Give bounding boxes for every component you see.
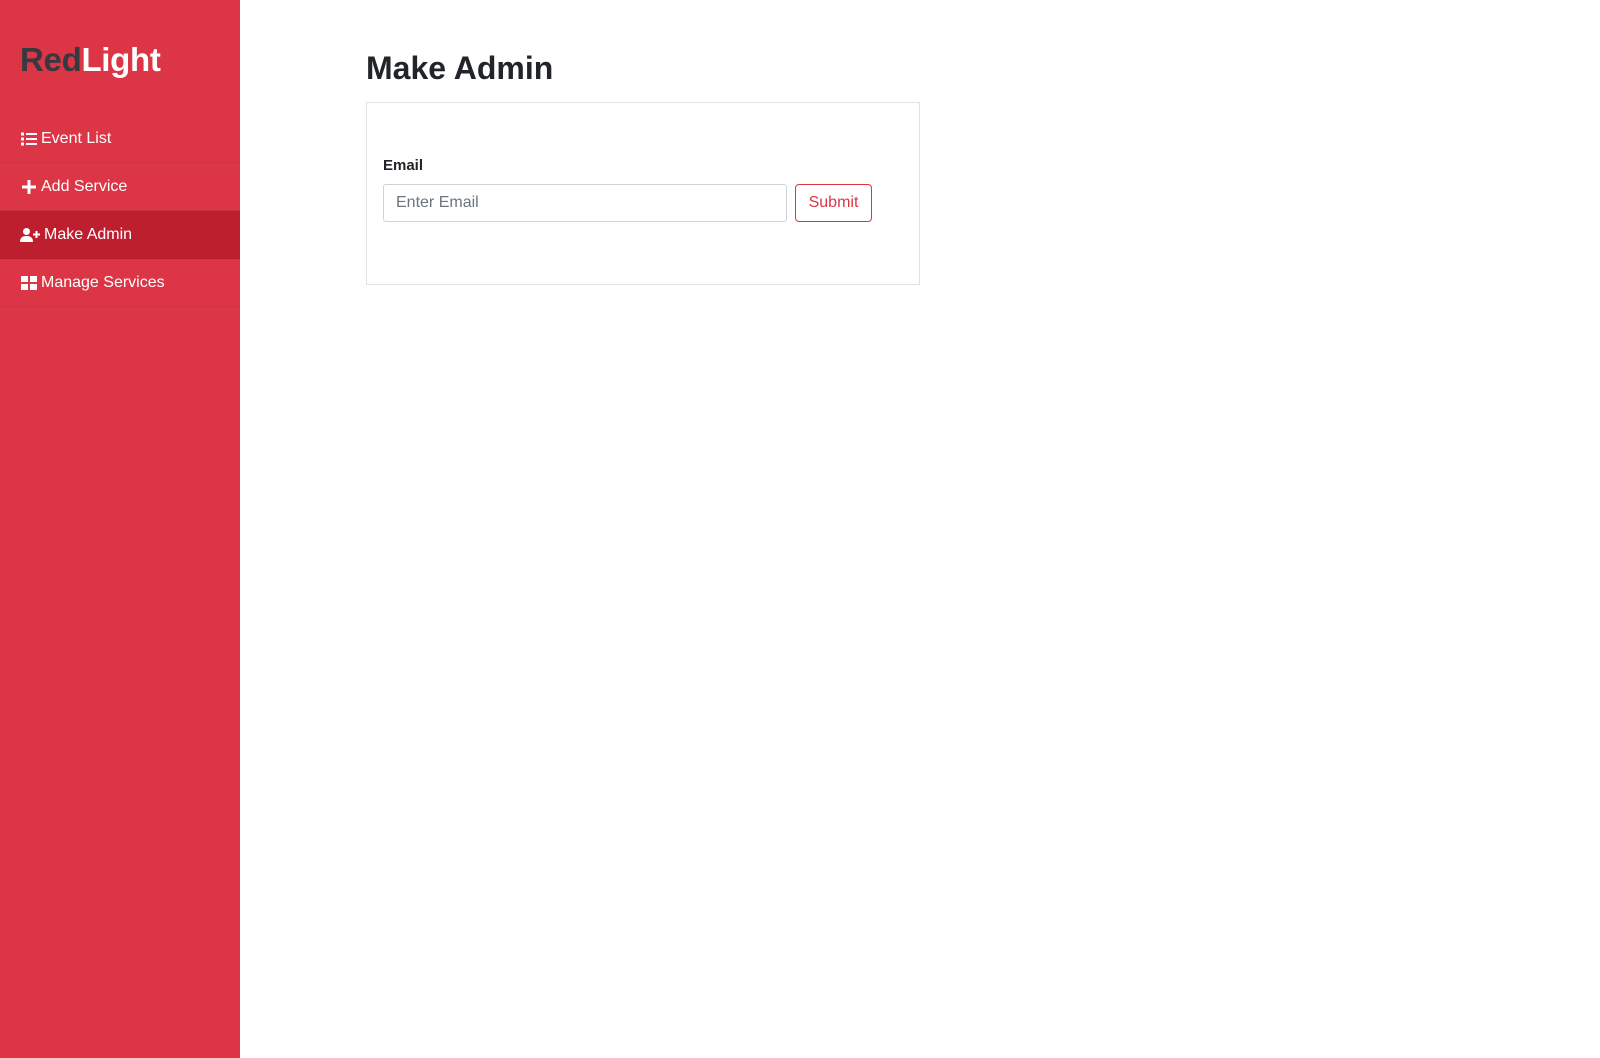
list-icon [20, 131, 37, 147]
sidebar: RedLight Event List Add Service Make Adm… [0, 0, 240, 1058]
page-title: Make Admin [366, 50, 554, 86]
sidebar-item-event-list[interactable]: Event List [0, 115, 240, 163]
brand-logo-part-light: Light [81, 41, 161, 78]
email-label: Email [383, 157, 424, 174]
email-input[interactable] [383, 184, 787, 222]
sidebar-item-label: Event List [41, 129, 112, 147]
user-plus-icon [20, 227, 40, 243]
sidebar-item-label: Manage Services [41, 273, 165, 291]
grid-icon [20, 275, 37, 291]
sidebar-item-label: Make Admin [44, 225, 133, 243]
sidebar-nav: Event List Add Service Make Admin Manage… [0, 115, 240, 307]
make-admin-form-card: Email Submit [366, 102, 920, 285]
submit-button[interactable]: Submit [795, 184, 872, 222]
plus-icon [20, 179, 37, 195]
sidebar-item-make-admin[interactable]: Make Admin [0, 211, 240, 259]
sidebar-item-manage-services[interactable]: Manage Services [0, 259, 240, 307]
brand-logo[interactable]: RedLight [20, 40, 161, 80]
sidebar-item-label: Add Service [41, 177, 128, 195]
brand-logo-part-red: Red [20, 41, 82, 78]
sidebar-item-add-service[interactable]: Add Service [0, 163, 240, 211]
